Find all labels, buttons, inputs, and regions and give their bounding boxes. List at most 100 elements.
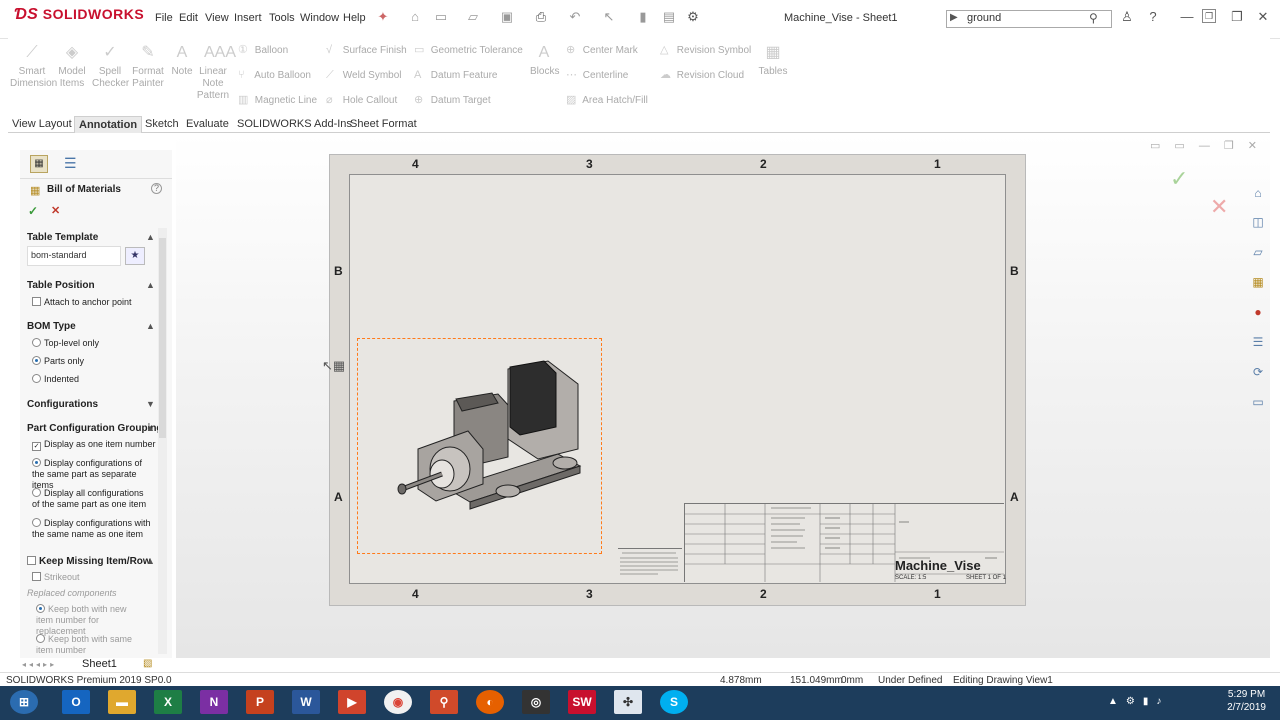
sheet-tab[interactable]: Sheet1 [82, 658, 117, 670]
revision-symbol-button[interactable]: △ Revision Symbol [660, 43, 751, 57]
menu-edit[interactable]: Edit [179, 12, 198, 24]
radio-same-name-one-item[interactable]: Display configurations with the same nam… [32, 518, 152, 540]
media-player-icon[interactable]: ▶ [338, 690, 366, 714]
appearances-icon[interactable]: ● [1248, 302, 1268, 322]
onenote-icon[interactable]: N [200, 690, 228, 714]
datum-feature-button[interactable]: A Datum Feature [414, 68, 497, 82]
search-icon[interactable]: ⚲ [1089, 11, 1098, 25]
teamviewer-icon[interactable]: ✣ [614, 690, 642, 714]
tab-evaluate[interactable]: Evaluate [182, 116, 233, 132]
model-items-button[interactable]: ◈ Model Items [56, 44, 88, 90]
radio-keep-new-item[interactable]: Keep both with new item number for repla… [36, 604, 146, 637]
radio-indented[interactable]: Indented [32, 374, 79, 385]
confirm-cancel-icon[interactable]: ✕ [1210, 194, 1228, 220]
tray-settings-icon[interactable]: ⚙ [1126, 696, 1143, 707]
datum-target-button[interactable]: ⊕ Datum Target [414, 93, 491, 107]
tray-network-icon[interactable]: ▮ [1143, 696, 1157, 707]
tasks-icon[interactable]: ▭ [1248, 392, 1268, 412]
expand-chevron-icon[interactable]: ▼ [146, 399, 155, 409]
menu-view[interactable]: View [205, 12, 229, 24]
radio-parts-only[interactable]: Parts only [32, 356, 84, 367]
menu-window[interactable]: Window [300, 12, 339, 24]
tables-button[interactable]: ▦ Tables [758, 44, 788, 78]
link-view-icon[interactable]: ▭ [1174, 140, 1198, 152]
user-icon[interactable]: ♙ [1118, 9, 1136, 25]
revision-cloud-button[interactable]: ☁ Revision Cloud [660, 68, 744, 82]
snipping-tool-icon[interactable]: ◎ [522, 690, 550, 714]
format-painter-button[interactable]: ✎ Format Painter [130, 44, 166, 90]
taskbar-clock[interactable]: 5:29 PM 2/7/2019 [1227, 688, 1266, 714]
collapse-chevron-icon[interactable]: ▲ [146, 232, 155, 242]
radio-keep-same-item[interactable]: Keep both with same item number [36, 634, 146, 656]
balloon-button[interactable]: ① Balloon [238, 43, 288, 57]
split-view-icon[interactable]: ▭ [1150, 140, 1174, 152]
feature-tree-tab-icon[interactable]: ☰ [64, 155, 77, 172]
section-configurations[interactable]: Configurations [27, 399, 98, 410]
close-icon[interactable]: ✕ [1254, 9, 1272, 25]
collapse-chevron-icon[interactable]: ▲ [146, 423, 155, 433]
section-keep-missing[interactable]: Keep Missing Item/Row [27, 556, 151, 567]
graphics-minimize-icon[interactable]: — [1199, 140, 1224, 152]
print-icon[interactable]: ⎙ [534, 10, 548, 24]
tile-icon[interactable]: ❐ [1228, 9, 1246, 25]
display-one-item-checkbox[interactable]: ✓ Display as one item number [32, 439, 156, 451]
graphics-close-icon[interactable]: ✕ [1248, 140, 1271, 152]
hole-callout-button[interactable]: ⌀ Hole Callout [326, 93, 397, 107]
note-button[interactable]: A Note [170, 44, 194, 78]
surface-finish-button[interactable]: √ Surface Finish [326, 43, 407, 57]
drawing-view-1[interactable] [357, 338, 602, 554]
save-icon[interactable]: ▣ [500, 10, 514, 24]
help-circle-icon[interactable]: ? [151, 183, 162, 194]
select-icon[interactable]: ↖ [602, 10, 616, 24]
view-palette-icon[interactable]: ▦ [1248, 272, 1268, 292]
search-app-icon[interactable]: ⚲ [430, 690, 458, 714]
firefox-icon[interactable]: ◐ [476, 690, 504, 714]
open-icon[interactable]: ▱ [466, 10, 480, 24]
table-template-field[interactable]: bom-standard [27, 246, 121, 266]
system-tray[interactable]: ▲⚙▮♪ [1108, 696, 1169, 707]
excel-icon[interactable]: X [154, 690, 182, 714]
file-explorer-icon[interactable]: ▱ [1248, 242, 1268, 262]
panel-scrollbar[interactable] [158, 228, 167, 654]
collapse-chevron-icon[interactable]: ▲ [146, 556, 155, 566]
file-properties-icon[interactable]: ▤ [662, 10, 676, 24]
ok-checkmark-icon[interactable]: ✓ [28, 204, 38, 218]
cancel-x-icon[interactable]: ✕ [51, 204, 60, 217]
radio-separate-items[interactable]: Display configurations of the same part … [32, 458, 152, 491]
restore-icon[interactable]: ❐ [1202, 9, 1216, 23]
new-document-icon[interactable]: ▭ [434, 10, 448, 24]
collapse-chevron-icon[interactable]: ▲ [146, 321, 155, 331]
section-part-config-grouping[interactable]: Part Configuration Grouping [27, 423, 163, 434]
collapse-chevron-icon[interactable]: ▲ [146, 280, 155, 290]
skype-icon[interactable]: S [660, 690, 688, 714]
blocks-button[interactable]: A Blocks [530, 44, 559, 78]
file-explorer-taskbar-icon[interactable]: ▬ [108, 690, 136, 714]
minimize-icon[interactable]: — [1178, 9, 1196, 25]
magnetic-line-button[interactable]: ▥ Magnetic Line [238, 93, 317, 107]
sheet-nav-arrows[interactable]: ◂◂◂▸▸ [22, 660, 57, 669]
rebuild-icon[interactable]: ▮ [636, 10, 650, 24]
word-icon[interactable]: W [292, 690, 320, 714]
menu-tools[interactable]: Tools [269, 12, 295, 24]
solidworks-taskbar-icon[interactable]: SW [568, 690, 596, 714]
powerpoint-icon[interactable]: P [246, 690, 274, 714]
property-manager-tab-icon[interactable]: ▦ [30, 155, 48, 173]
tab-sketch[interactable]: Sketch [141, 116, 183, 132]
chrome-icon[interactable]: ◉ [384, 690, 412, 714]
tray-chevron-icon[interactable]: ▲ [1108, 696, 1126, 707]
solidworks-logo[interactable]: ƊS SOLIDWORKS [14, 6, 144, 24]
scroll-thumb[interactable] [159, 238, 166, 438]
menu-file[interactable]: File [155, 12, 173, 24]
open-template-icon[interactable]: ★ [125, 247, 145, 265]
linear-note-pattern-button[interactable]: AAA Linear Note Pattern [196, 44, 236, 102]
geometric-tolerance-button[interactable]: ▭ Geometric Tolerance [414, 43, 523, 57]
smart-dimension-button[interactable]: ⟋ Smart Dimension [10, 44, 57, 90]
section-table-template[interactable]: Table Template [27, 232, 98, 243]
options-gear-icon[interactable]: ⚙ [686, 10, 700, 24]
solidworks-resources-icon[interactable]: ⌂ [1248, 183, 1268, 203]
tray-volume-icon[interactable]: ♪ [1156, 696, 1169, 707]
tab-solidworks-add-ins[interactable]: SOLIDWORKS Add-Ins [233, 116, 356, 132]
tab-annotation[interactable]: Annotation [74, 116, 143, 133]
radio-top-level-only[interactable]: Top-level only [32, 338, 99, 349]
section-table-position[interactable]: Table Position [27, 280, 95, 291]
